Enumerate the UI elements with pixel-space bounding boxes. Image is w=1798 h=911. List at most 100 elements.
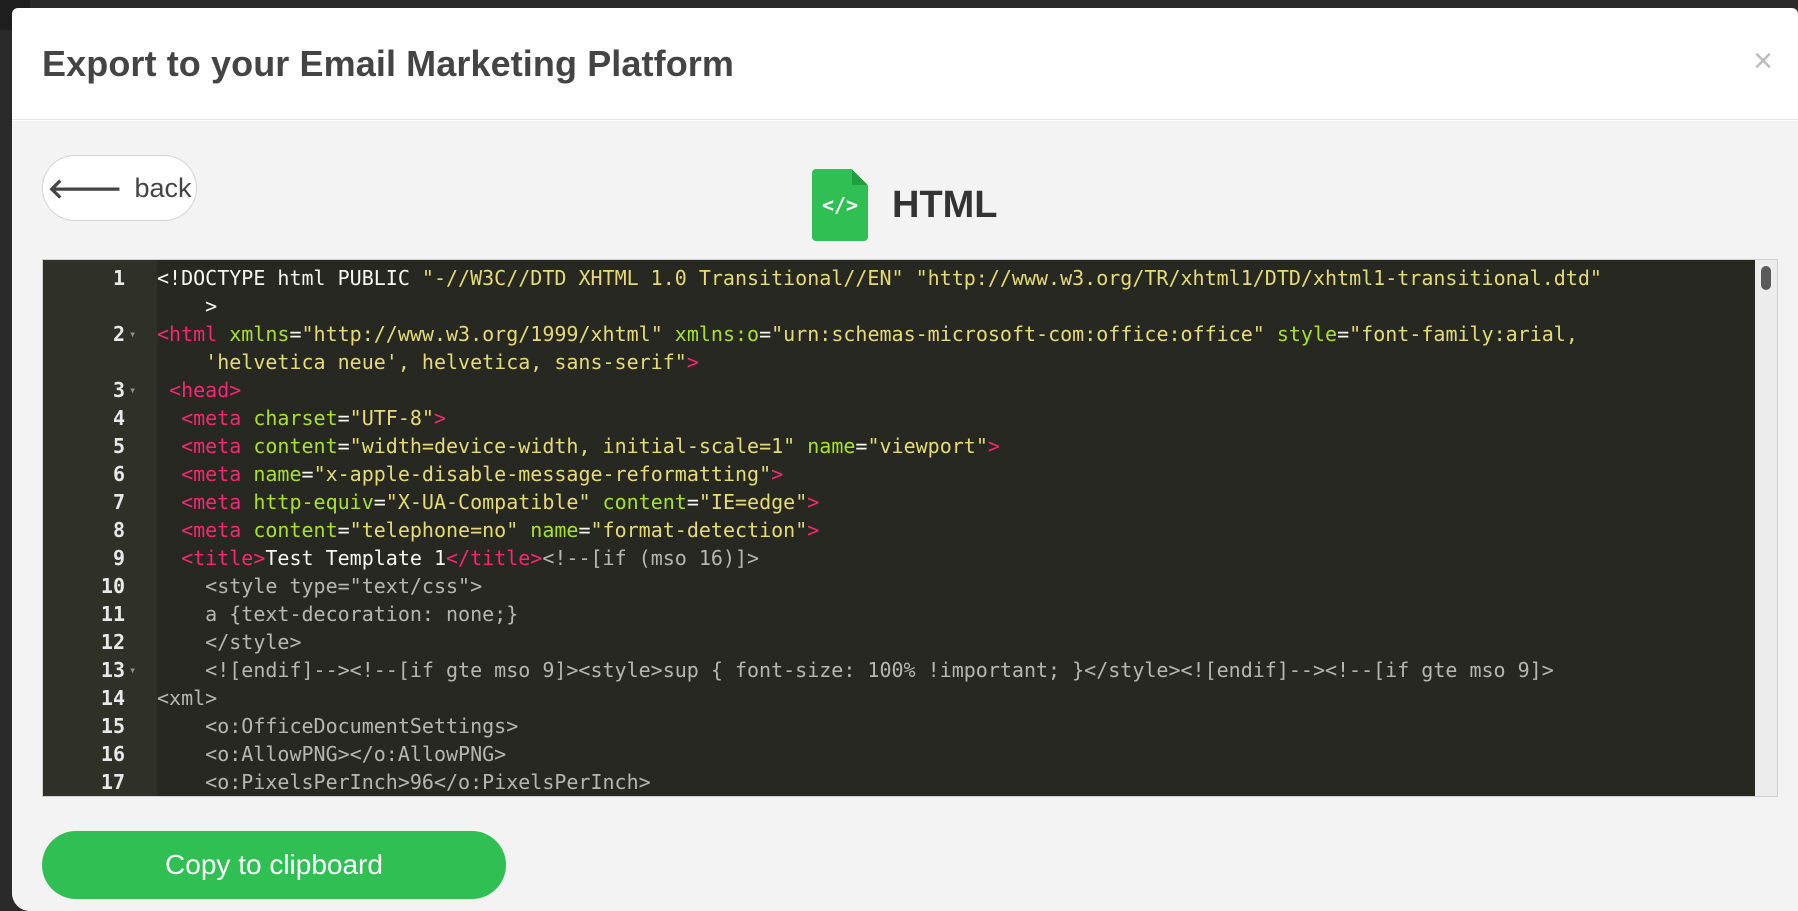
code-token: "-//W3C//DTD XHTML 1.0 Transitional//EN" — [421, 266, 904, 290]
code-token: a {text-decoration: none;} — [157, 602, 519, 626]
code-token: <o:AllowPNG></o:AllowPNG> — [157, 742, 507, 766]
code-text: <o:PixelsPerInch>96</o:PixelsPerInch> — [157, 770, 651, 794]
code-line: 10 <style type="text/css"> — [101, 572, 1755, 600]
code-token: "viewport" — [867, 434, 988, 458]
code-token: > — [987, 434, 1000, 458]
line-number: 13 — [100, 658, 125, 682]
code-token: = — [337, 434, 350, 458]
code-line: 7 <meta http-equiv="X-UA-Compatible" con… — [113, 488, 1755, 516]
line-number: 2 — [112, 322, 125, 346]
code-token: xmlns:o — [662, 322, 760, 346]
code-token: > — [807, 490, 820, 514]
code-token: <style type="text/css"> — [157, 574, 483, 598]
html-file-icon: </> — [812, 169, 868, 241]
code-text: <o:OfficeDocumentSettings> — [157, 714, 518, 738]
code-text: <meta name="x-apple-disable-message-refo… — [157, 462, 783, 486]
line-number: 14 — [100, 686, 125, 710]
code-token: = — [289, 322, 302, 346]
modal-title: Export to your Email Marketing Platform — [42, 42, 735, 84]
code-line: 8 <meta content="telephone=no" name="for… — [113, 516, 1755, 544]
line-number: 17 — [100, 770, 125, 794]
code-token: > — [433, 406, 447, 430]
code-token: style — [1264, 322, 1338, 346]
line-number: 6 — [112, 462, 125, 486]
code-text: <title>Test Template 1</title><!--[if (m… — [157, 546, 759, 570]
code-token: <meta — [157, 406, 242, 430]
code-token: = — [1337, 322, 1350, 346]
line-number: 3 — [112, 378, 125, 402]
code-token: "http://www.w3.org/1999/xhtml" — [301, 322, 663, 346]
code-token: <o:PixelsPerInch>96</o:PixelsPerInch> — [157, 770, 651, 794]
code-token: content — [590, 490, 687, 514]
code-text: <html xmlns="http://www.w3.org/1999/xhtm… — [157, 322, 1578, 346]
code-line: 5 <meta content="width=device-width, ini… — [113, 432, 1755, 460]
code-token: "IE=edge" — [698, 490, 808, 514]
code-token: "http://www.w3.org/TR/xhtml1/DTD/xhtml1-… — [915, 266, 1602, 290]
code-text: <!DOCTYPE html PUBLIC "-//W3C//DTD XHTML… — [157, 266, 1602, 290]
modal-header: Export to your Email Marketing Platform … — [12, 8, 1798, 120]
code-token: <head> — [157, 378, 242, 402]
line-number: 5 — [112, 434, 125, 458]
code-text: <style type="text/css"> — [157, 574, 482, 598]
code-token: <!--[if (mso 16)]> — [542, 546, 760, 570]
code-text: a {text-decoration: none;} — [157, 602, 518, 626]
editor-scrollbar[interactable] — [1755, 260, 1777, 796]
code-token: "urn:schemas-microsoft-com:office:office… — [771, 322, 1265, 346]
code-editor[interactable]: 1 <!DOCTYPE html PUBLIC "-//W3C//DTD XHTM… — [42, 259, 1778, 797]
code-text: <head> — [157, 378, 241, 402]
code-token: "font-family:arial, — [1349, 322, 1578, 346]
code-line: 14 <xml> — [101, 684, 1755, 712]
code-text: <meta http-equiv="X-UA-Compatible" conte… — [157, 490, 819, 514]
code-line: 4 <meta charset="UTF-8"> — [113, 404, 1755, 432]
code-text: <meta charset="UTF-8"> — [157, 406, 446, 430]
fold-toggle-icon[interactable]: ▾ — [129, 656, 143, 684]
code-text: <o:AllowPNG></o:AllowPNG> — [157, 742, 506, 766]
code-text: <xml> — [157, 686, 217, 710]
arrow-left-icon: 🡐 — [47, 173, 123, 204]
code-token: </style> — [157, 630, 302, 654]
code-line: 6 <meta name="x-apple-disable-message-re… — [113, 460, 1755, 488]
format-title: HTML — [892, 183, 998, 226]
code-area[interactable]: 1 <!DOCTYPE html PUBLIC "-//W3C//DTD XHTM… — [101, 260, 1755, 796]
code-token: <xml> — [157, 686, 218, 710]
back-button[interactable]: 🡐 back — [42, 155, 197, 221]
modal-body: 🡐 back </> HTML 1 <!DOCTYPE html PUBLIC "… — [12, 121, 1798, 911]
editor-scrollbar-thumb[interactable] — [1761, 266, 1771, 290]
code-token: name — [795, 434, 856, 458]
code-line: 17 <o:PixelsPerInch>96</o:PixelsPerInch> — [101, 768, 1755, 796]
code-line: 16 <o:AllowPNG></o:AllowPNG> — [101, 740, 1755, 768]
code-line: 13 ▾ <![endif]--><!--[if gte mso 9]><styl… — [101, 656, 1755, 684]
line-number: 9 — [112, 546, 125, 570]
code-token: > — [771, 462, 784, 486]
code-line: 2 ▾ <html xmlns="http://www.w3.org/1999/xh… — [113, 320, 1755, 348]
fold-toggle-icon[interactable]: ▾ — [129, 320, 143, 348]
fold-toggle-icon[interactable]: ▾ — [129, 376, 143, 404]
code-token: = — [337, 518, 350, 542]
code-token: "X-UA-Compatible" — [385, 490, 591, 514]
code-token: = — [337, 406, 350, 430]
code-token: charset — [241, 406, 338, 430]
html-file-icon-glyph: </> — [821, 193, 859, 217]
code-token: <meta — [157, 462, 242, 486]
code-token: Test Template 1 — [265, 546, 446, 570]
code-token: = — [373, 490, 386, 514]
code-token: xmlns — [217, 322, 290, 346]
code-token: <!DOCTYPE html PUBLIC — [157, 266, 422, 290]
line-number: 10 — [100, 574, 125, 598]
code-token: > — [807, 518, 820, 542]
code-token: name — [241, 462, 302, 486]
export-modal: Export to your Email Marketing Platform … — [12, 8, 1798, 911]
close-icon[interactable]: × — [1748, 44, 1778, 78]
line-number: 11 — [100, 602, 125, 626]
code-token: name — [518, 518, 579, 542]
copy-to-clipboard-button[interactable]: Copy to clipboard — [42, 831, 506, 899]
code-line: 9 <title>Test Template 1</title><!--[if … — [113, 544, 1755, 572]
code-line: 'helvetica neue', helvetica, sans-serif"… — [157, 348, 1755, 376]
format-header: </> HTML — [812, 169, 998, 241]
code-text: <![endif]--><!--[if gte mso 9]><style>su… — [157, 658, 1554, 682]
code-token: <html — [157, 322, 218, 346]
code-text: <meta content="width=device-width, initi… — [157, 434, 1000, 458]
code-token: "width=device-width, initial-scale=1" — [349, 434, 796, 458]
line-number: 12 — [100, 630, 125, 654]
